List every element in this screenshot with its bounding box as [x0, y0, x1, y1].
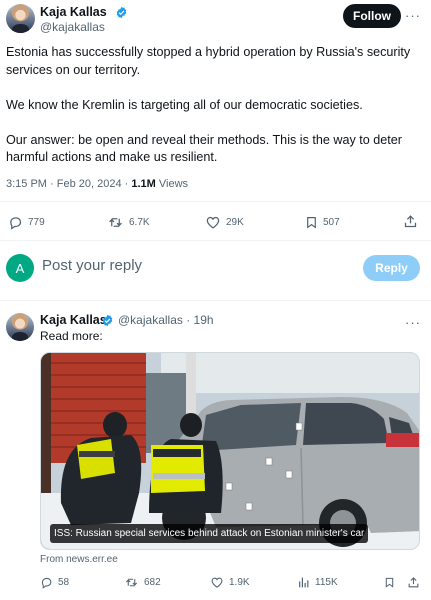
reply-count: 58: [58, 577, 70, 588]
author-handle-time[interactable]: @kajakallas · 19h: [118, 313, 214, 327]
like-icon: [206, 216, 220, 229]
tweet-meta: 3:15 PM · Feb 20, 2024 · 1.1M Views: [6, 178, 188, 190]
views-action[interactable]: 115K: [297, 576, 338, 589]
repost-action[interactable]: 6.7K: [107, 215, 150, 230]
views-icon: [299, 577, 309, 588]
tweet-paragraph-3: Our answer: be open and reveal their met…: [6, 132, 402, 165]
bookmark-action[interactable]: 507: [305, 215, 340, 230]
views-label: Views: [155, 178, 189, 190]
reply-input[interactable]: Post your reply: [42, 257, 142, 274]
divider: [0, 201, 431, 202]
tweet-text: Read more:: [40, 329, 103, 343]
views-count: 115K: [315, 577, 338, 588]
share-action[interactable]: [407, 576, 420, 589]
author-handle[interactable]: @kajakallas: [40, 20, 105, 34]
tweet-paragraph-1: Estonia has successfully stopped a hybri…: [6, 45, 411, 77]
card-caption: ISS: Russian special services behind att…: [50, 524, 369, 543]
link-card[interactable]: ISS: Russian special services behind att…: [40, 352, 420, 550]
tweet-paragraph-2: We know the Kremlin is targeting all of …: [6, 97, 363, 112]
views-count: 1.1M: [131, 178, 156, 190]
more-icon[interactable]: ···: [405, 316, 421, 329]
reply-action[interactable]: 58: [40, 576, 69, 589]
more-icon[interactable]: ···: [405, 9, 421, 22]
divider: [0, 300, 431, 301]
share-action[interactable]: [403, 214, 418, 229]
tweet-text: Estonia has successfully stopped a hybri…: [6, 44, 426, 184]
reply-button[interactable]: Reply: [363, 255, 420, 281]
share-icon: [404, 215, 417, 228]
tweet-timestamp[interactable]: 3:15 PM · Feb 20, 2024 ·: [6, 178, 131, 190]
reply-count: 779: [28, 217, 45, 228]
repost-count: 682: [144, 577, 161, 588]
reply-action[interactable]: 779: [8, 215, 45, 230]
card-source[interactable]: From news.err.ee: [40, 554, 118, 565]
author-avatar[interactable]: [6, 4, 35, 33]
reply-icon: [10, 217, 22, 230]
author-name[interactable]: Kaja Kallas: [40, 5, 107, 19]
repost-icon: [109, 218, 122, 227]
author-name[interactable]: Kaja Kallas: [40, 313, 107, 327]
like-count: 29K: [226, 217, 244, 228]
divider: [0, 240, 431, 241]
user-avatar[interactable]: A: [6, 254, 34, 282]
follow-button[interactable]: Follow: [343, 4, 401, 28]
share-icon: [408, 577, 419, 588]
like-icon: [211, 577, 223, 588]
repost-count: 6.7K: [129, 217, 150, 228]
bookmark-icon: [307, 217, 316, 229]
like-count: 1.9K: [229, 577, 250, 588]
verified-badge-icon: [102, 314, 113, 327]
news-photo: [41, 353, 419, 549]
like-action[interactable]: 29K: [205, 215, 244, 230]
bookmark-icon: [385, 577, 394, 588]
reply-icon: [41, 577, 52, 589]
repost-icon: [125, 578, 138, 587]
verified-badge-icon: [116, 6, 127, 19]
like-action[interactable]: 1.9K: [210, 576, 250, 589]
bookmark-action[interactable]: [384, 576, 395, 589]
bookmark-count: 507: [323, 217, 340, 228]
author-avatar[interactable]: [6, 313, 34, 341]
repost-action[interactable]: 682: [124, 576, 161, 589]
